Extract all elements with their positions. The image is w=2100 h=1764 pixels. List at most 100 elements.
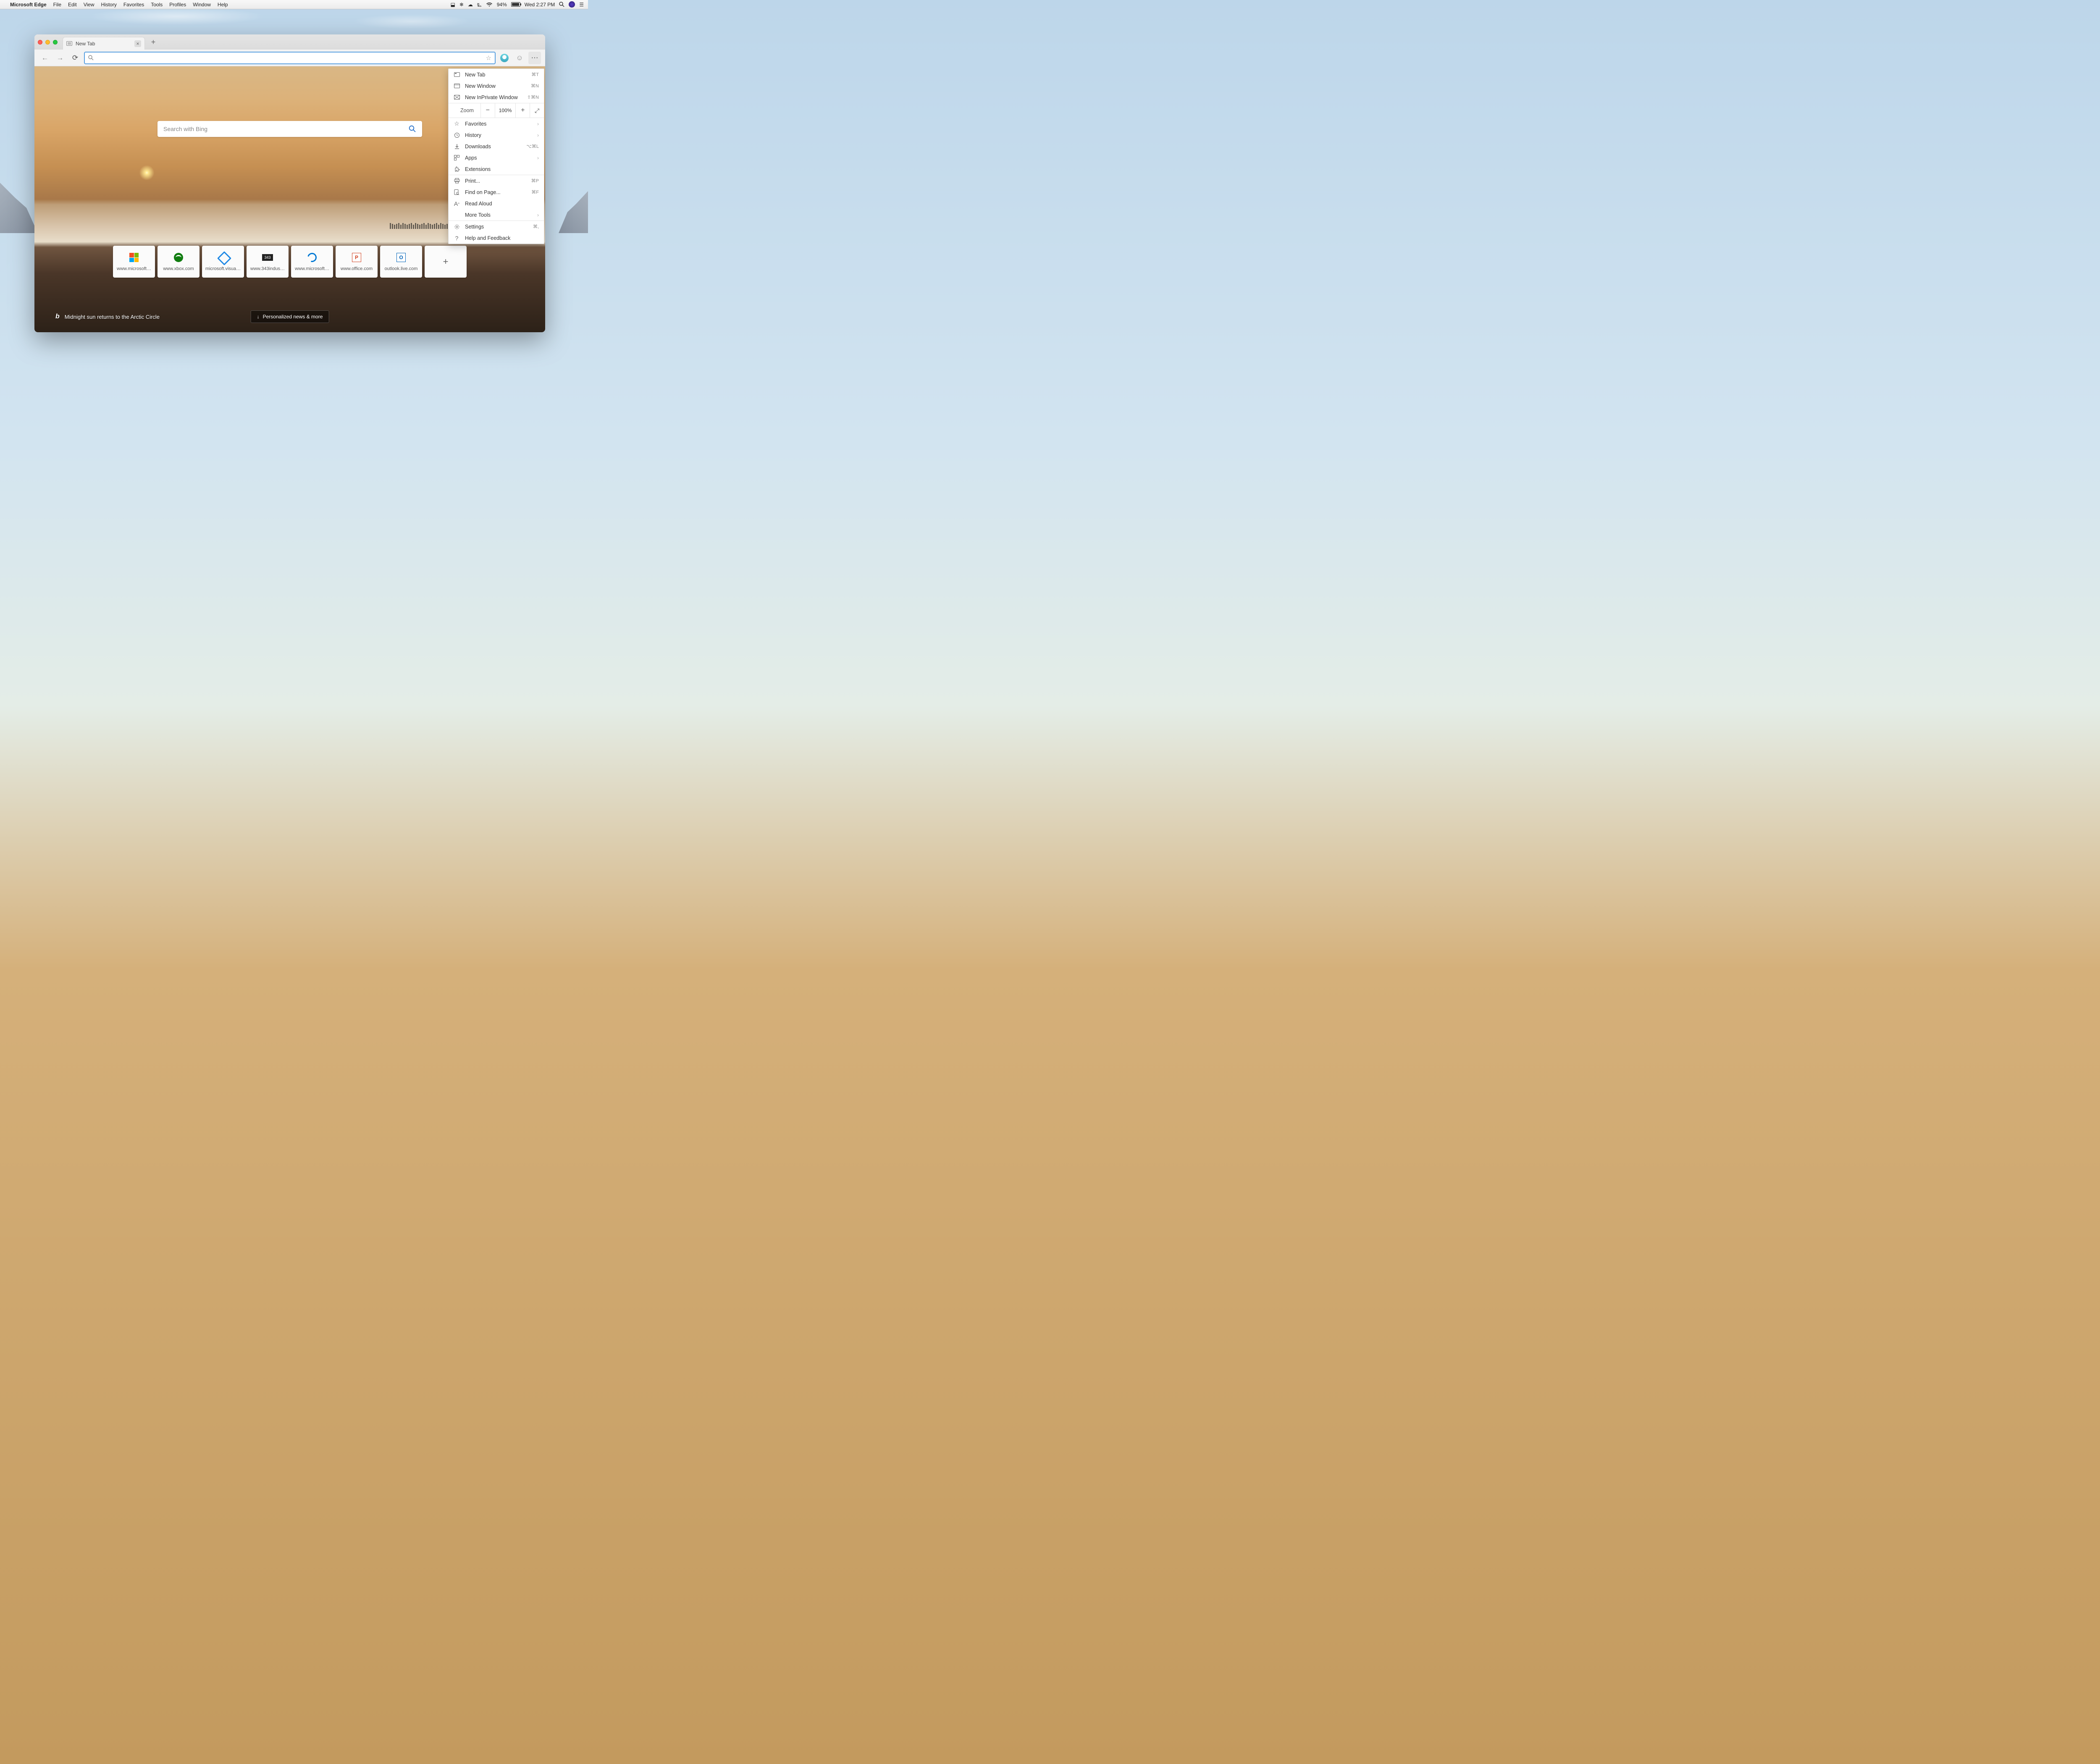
menu-more-tools[interactable]: More Tools › (449, 209, 544, 220)
menu-downloads[interactable]: Downloads ⌥⌘L (449, 141, 544, 152)
page-icon (66, 41, 72, 46)
browser-window: New Tab × + ← → ⟳ ☆ ☺ ⋯ (34, 34, 545, 332)
new-tab-content: www.microsoft… www.xbox.com microsoft.vi… (34, 66, 545, 332)
menu-apps[interactable]: Apps › (449, 152, 544, 163)
tile-microsoft-edge[interactable]: www.microsoft… (291, 246, 333, 278)
news-expand-button[interactable]: ↓ Personalized news & more (251, 310, 329, 323)
inprivate-icon (454, 94, 460, 100)
back-button[interactable]: ← (39, 52, 51, 64)
menu-settings[interactable]: Settings ⌘, (449, 221, 544, 232)
menu-read-aloud[interactable]: A» Read Aloud (449, 198, 544, 209)
address-bar[interactable]: ☆ (84, 52, 496, 64)
outlook-logo-icon: O (396, 252, 407, 263)
profile-button[interactable] (498, 52, 511, 64)
menu-edit[interactable]: Edit (68, 2, 77, 8)
clock[interactable]: Wed 2:27 PM (525, 2, 555, 8)
page-search-input[interactable] (163, 126, 409, 132)
tile-label: www.xbox.com (163, 266, 194, 271)
favorite-star-icon[interactable]: ☆ (486, 54, 491, 62)
wifi-icon[interactable] (486, 2, 493, 7)
download-icon (454, 143, 460, 150)
overflow-menu: New Tab ⌘T New Window ⌘N New InPrivate W… (448, 68, 544, 244)
battery-icon[interactable] (511, 2, 520, 7)
find-icon (454, 189, 460, 195)
menu-zoom: Zoom − 100% + ⤢ (449, 103, 544, 118)
search-submit-icon[interactable] (409, 125, 416, 133)
notification-center-icon[interactable]: ☰ (579, 2, 584, 8)
extensions-icon (454, 166, 460, 172)
chevron-right-icon: › (537, 132, 539, 138)
menu-profiles[interactable]: Profiles (169, 2, 186, 8)
menu-help[interactable]: Help (218, 2, 228, 8)
read-aloud-icon: A» (454, 200, 460, 207)
toolbar: ← → ⟳ ☆ ☺ ⋯ (34, 50, 545, 66)
tile-label: microsoft.visua… (205, 266, 241, 271)
zoom-value: 100% (495, 103, 516, 118)
close-window-button[interactable] (38, 40, 42, 45)
apps-icon (454, 155, 460, 161)
menu-inprivate[interactable]: New InPrivate Window ⇧⌘N (449, 92, 544, 103)
battery-percent[interactable]: 94% (497, 2, 507, 8)
visualstudio-logo-icon (218, 252, 228, 263)
new-tab-button[interactable]: + (147, 36, 159, 48)
desktop-mountain-left (0, 183, 38, 233)
menu-print[interactable]: Print... ⌘P (449, 175, 544, 186)
feedback-smiley-button[interactable]: ☺ (513, 52, 526, 64)
tile-xbox[interactable]: www.xbox.com (158, 246, 200, 278)
tile-343industries[interactable]: 343 www.343indus… (247, 246, 289, 278)
menu-view[interactable]: View (84, 2, 94, 8)
menu-window[interactable]: Window (193, 2, 211, 8)
tile-label: www.343indus… (250, 266, 285, 271)
tile-outlook[interactable]: O outlook.live.com (380, 246, 422, 278)
menu-help[interactable]: ? Help and Feedback (449, 232, 544, 244)
zoom-out-button[interactable]: − (480, 103, 495, 118)
powerpoint-logo-icon: P (351, 252, 362, 263)
menu-file[interactable]: File (53, 2, 61, 8)
menu-favorites[interactable]: ☆ Favorites › (449, 118, 544, 129)
tile-visualstudio[interactable]: microsoft.visua… (202, 246, 244, 278)
page-search-bar[interactable] (158, 121, 422, 137)
search-icon (88, 55, 94, 60)
spotlight-icon[interactable] (559, 2, 564, 7)
tray-icon-1[interactable]: ❄︎ (459, 2, 464, 8)
menu-history[interactable]: History (101, 2, 117, 8)
edge-logo-icon (307, 252, 318, 263)
dropbox-icon[interactable]: ⬓ (451, 2, 455, 8)
chevron-right-icon: › (537, 212, 539, 218)
menu-favorites[interactable]: Favorites (123, 2, 144, 8)
fullscreen-button[interactable]: ⤢ (530, 103, 544, 118)
zoom-in-button[interactable]: + (515, 103, 530, 118)
app-name[interactable]: Microsoft Edge (10, 2, 47, 8)
help-icon: ? (454, 235, 460, 241)
globe-icon[interactable]: 🜐 (477, 0, 482, 10)
caption-text: Midnight sun returns to the Arctic Circl… (65, 314, 160, 320)
siri-icon[interactable] (569, 1, 575, 8)
star-icon: ☆ (454, 121, 460, 127)
minimize-window-button[interactable] (45, 40, 50, 45)
menu-new-tab[interactable]: New Tab ⌘T (449, 69, 544, 80)
gear-icon (454, 223, 460, 230)
tray-icon-2[interactable]: ☁︎ (468, 2, 473, 8)
forward-button[interactable]: → (54, 52, 66, 64)
history-icon (454, 132, 460, 138)
status-tray: ⬓ ❄︎ ☁︎ 🜐 94% Wed 2:27 PM ☰ (451, 0, 584, 10)
menu-new-window[interactable]: New Window ⌘N (449, 80, 544, 92)
menu-extensions[interactable]: Extensions (449, 163, 544, 175)
tile-microsoft[interactable]: www.microsoft… (113, 246, 155, 278)
more-menu-button[interactable]: ⋯ (528, 52, 541, 64)
reload-button[interactable]: ⟳ (69, 52, 81, 64)
fullscreen-window-button[interactable] (53, 40, 58, 45)
microsoft-logo-icon (129, 252, 139, 263)
menu-tools[interactable]: Tools (151, 2, 163, 8)
menu-find[interactable]: Find on Page... ⌘F (449, 186, 544, 198)
tile-office[interactable]: P www.office.com (336, 246, 378, 278)
close-tab-button[interactable]: × (134, 40, 141, 47)
image-caption: b Midnight sun returns to the Arctic Cir… (55, 313, 160, 320)
chevron-right-icon: › (537, 121, 539, 127)
tile-add[interactable]: + (425, 246, 467, 278)
xbox-logo-icon (173, 252, 184, 263)
window-controls (38, 40, 58, 45)
tab-new-tab[interactable]: New Tab × (63, 37, 145, 50)
menu-history[interactable]: History › (449, 129, 544, 141)
tile-label: www.microsoft… (295, 266, 329, 271)
